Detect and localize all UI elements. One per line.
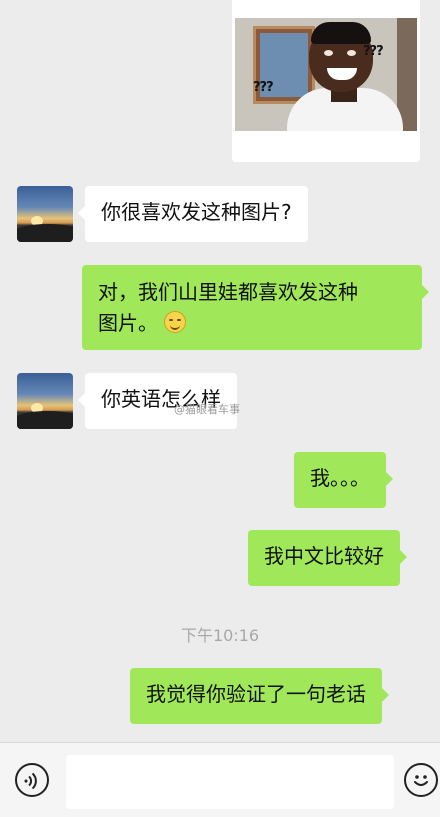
sticker-image-message[interactable]: ??? ??? — [232, 0, 420, 162]
message-text: 我中文比较好 — [264, 544, 384, 568]
contact-avatar[interactable] — [17, 186, 73, 242]
message-text: 我。。。 — [310, 466, 370, 490]
voice-icon[interactable] — [15, 763, 49, 797]
message-bubble-incoming[interactable]: 你很喜欢发这种图片? — [78, 186, 308, 242]
sticker-question-marks-left: ??? — [253, 80, 274, 95]
message-bubble-outgoing[interactable]: 我中文比较好 — [248, 530, 407, 586]
message-bubble-outgoing[interactable]: 我。。。 — [294, 452, 393, 508]
message-bubble-outgoing[interactable]: 我觉得你验证了一句老话 — [130, 668, 389, 724]
chat-input-bar — [0, 742, 440, 817]
contact-avatar[interactable] — [17, 373, 73, 429]
chat-area[interactable]: ??? ??? 你很喜欢发这种图片? 对，我们山里娃都喜欢发这种 图片。 你英语… — [0, 0, 440, 742]
smile-emoji-icon — [164, 311, 186, 333]
watermark: @猫眼看车事 — [174, 403, 240, 416]
sticker-image: ??? ??? — [235, 18, 417, 131]
sticker-question-marks-right: ??? — [363, 44, 384, 59]
message-text: 我觉得你验证了一句老话 — [146, 682, 366, 706]
emoji-icon[interactable] — [404, 763, 438, 797]
message-timestamp: 下午10:16 — [180, 626, 260, 645]
message-text-line: 对，我们山里娃都喜欢发这种 — [98, 280, 358, 304]
message-text-line: 图片。 — [98, 311, 158, 335]
message-input[interactable] — [66, 755, 394, 809]
message-text: 你很喜欢发这种图片? — [101, 200, 292, 224]
message-bubble-outgoing[interactable]: 对，我们山里娃都喜欢发这种 图片。 — [82, 265, 429, 350]
